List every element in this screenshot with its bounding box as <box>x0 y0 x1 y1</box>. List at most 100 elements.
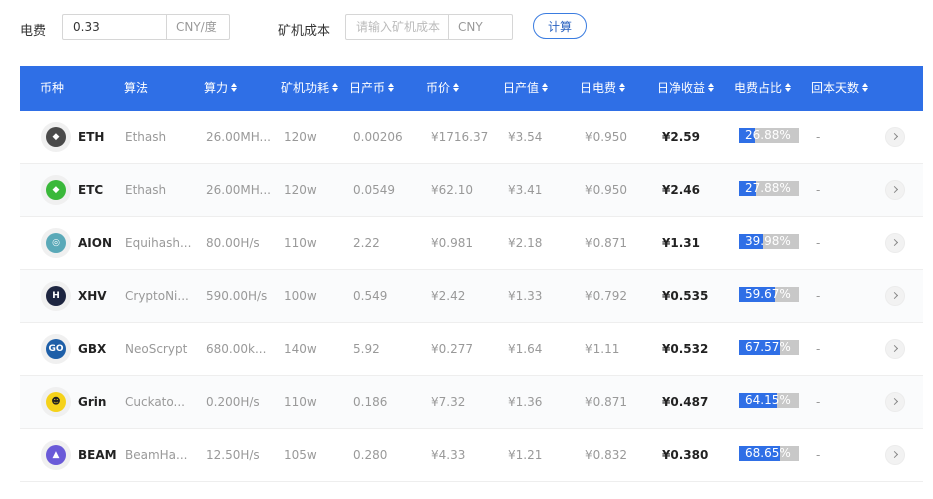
sort-icon[interactable] <box>785 83 791 92</box>
daily-value-cell: ¥3.54 <box>508 130 543 144</box>
daily-electricity-cell: ¥0.832 <box>585 448 627 462</box>
column-header-label: 算力 <box>204 81 229 95</box>
daily-net-profit-cell: ¥0.380 <box>662 448 709 462</box>
aion-icon: ◎ <box>41 228 71 258</box>
chevron-right-icon[interactable] <box>885 339 905 359</box>
column-header-daily-value[interactable]: 日产值 <box>503 66 548 111</box>
sort-icon[interactable] <box>332 83 338 92</box>
electricity-ratio-text: 67.57% <box>745 340 791 354</box>
column-header-algorithm: 算法 <box>124 66 148 111</box>
table-body: ◆ ETH Ethash 26.00MH... 120w 0.00206 ¥1716.37 ¥… <box>20 111 923 482</box>
daily-value-cell: ¥1.64 <box>508 342 543 356</box>
daily-coin-cell: 0.549 <box>353 289 388 303</box>
column-header-hashrate[interactable]: 算力 <box>204 66 237 111</box>
power-cell: 120w <box>284 183 317 197</box>
column-header-daily-coin[interactable]: 日产币 <box>349 66 394 111</box>
sort-icon[interactable] <box>862 83 868 92</box>
daily-coin-cell: 0.0549 <box>353 183 395 197</box>
algorithm-cell: Cuckato... <box>125 395 185 409</box>
sort-icon[interactable] <box>542 83 548 92</box>
coin-glyph: ◎ <box>46 233 66 253</box>
table-row[interactable]: ◆ ETC Ethash 26.00MH... 120w 0.0549 ¥62.10 ¥3.4… <box>20 164 923 217</box>
table-row[interactable]: ◎ AION Equihash... 80.00H/s 110w 2.22 ¥0.981 ¥2… <box>20 217 923 270</box>
sort-icon[interactable] <box>231 83 237 92</box>
algorithm-cell: CryptoNi... <box>125 289 189 303</box>
column-header-electricity-ratio[interactable]: 电费占比 <box>734 66 791 111</box>
daily-coin-cell: 0.280 <box>353 448 388 462</box>
table-row[interactable]: ◆ ETH Ethash 26.00MH... 120w 0.00206 ¥1716.37 ¥… <box>20 111 923 164</box>
coin-symbol[interactable]: XHV <box>78 270 107 322</box>
price-cell: ¥4.33 <box>431 448 466 462</box>
power-cell: 110w <box>284 236 317 250</box>
daily-net-profit-cell: ¥1.31 <box>662 236 700 250</box>
chevron-right-icon[interactable] <box>885 445 905 465</box>
sort-icon[interactable] <box>388 83 394 92</box>
gobyte-icon: GO <box>41 334 71 364</box>
algorithm-cell: Ethash <box>125 130 167 144</box>
chevron-right-icon[interactable] <box>885 233 905 253</box>
table-row[interactable]: GO GBX NeoScrypt 680.00k... 140w 5.92 ¥0.277 ¥1… <box>20 323 923 376</box>
power-cell: 100w <box>284 289 317 303</box>
electricity-ratio-bar: 64.15% <box>739 393 799 408</box>
price-cell: ¥0.277 <box>431 342 473 356</box>
sort-icon[interactable] <box>619 83 625 92</box>
chevron-right-icon[interactable] <box>885 286 905 306</box>
electricity-ratio-text: 59.67% <box>745 287 791 301</box>
coin-symbol[interactable]: ETH <box>78 111 104 163</box>
coin-symbol[interactable]: Grin <box>78 376 106 428</box>
coin-glyph: ◆ <box>46 180 66 200</box>
coin-glyph: ▲ <box>46 445 66 465</box>
column-header-power[interactable]: 矿机功耗 <box>281 66 338 111</box>
column-header-label: 算法 <box>124 81 149 95</box>
payback-cell: - <box>816 183 821 197</box>
coin-symbol[interactable]: ETC <box>78 164 103 216</box>
column-header-price[interactable]: 币价 <box>426 66 459 111</box>
electricity-ratio-text: 68.65% <box>745 446 791 460</box>
column-header-payback-days[interactable]: 回本天数 <box>811 66 868 111</box>
daily-net-profit-cell: ¥2.46 <box>662 183 700 197</box>
table-row[interactable]: H XHV CryptoNi... 590.00H/s 100w 0.549 ¥2.42 ¥1… <box>20 270 923 323</box>
column-header-label: 币种 <box>40 81 65 95</box>
column-header-daily-net-profit[interactable]: 日净收益 <box>657 66 714 111</box>
daily-value-cell: ¥1.36 <box>508 395 543 409</box>
calculate-button[interactable]: 计算 <box>533 13 587 39</box>
electricity-input[interactable]: 0.33 <box>63 15 166 39</box>
ethereum-icon: ◆ <box>41 122 71 152</box>
chevron-right-icon[interactable] <box>885 180 905 200</box>
column-header-label: 回本天数 <box>811 81 860 95</box>
power-cell: 110w <box>284 395 317 409</box>
payback-cell: - <box>816 236 821 250</box>
price-cell: ¥2.42 <box>431 289 466 303</box>
chevron-right-icon[interactable] <box>885 127 905 147</box>
table-row[interactable]: ▲ BEAM BeamHa... 12.50H/s 105w 0.280 ¥4.33 ¥1.2… <box>20 429 923 482</box>
electricity-unit: CNY/度 <box>166 15 226 39</box>
coin-symbol[interactable]: GBX <box>78 323 106 375</box>
daily-value-cell: ¥1.33 <box>508 289 543 303</box>
coin-symbol[interactable]: BEAM <box>78 429 117 481</box>
electricity-ratio-bar: 68.65% <box>739 446 799 461</box>
table-row[interactable]: ☻ Grin Cuckato... 0.200H/s 110w 0.186 ¥7.32 ¥1.… <box>20 376 923 429</box>
miner-cost-unit: CNY <box>448 15 492 39</box>
sort-icon[interactable] <box>708 83 714 92</box>
daily-electricity-cell: ¥0.950 <box>585 183 627 197</box>
payback-cell: - <box>816 395 821 409</box>
price-cell: ¥1716.37 <box>431 130 489 144</box>
daily-coin-cell: 2.22 <box>353 236 380 250</box>
electricity-ratio-bar: 27.88% <box>739 181 799 196</box>
miner-cost-input[interactable]: 请输入矿机成本 <box>346 15 448 39</box>
sort-icon[interactable] <box>453 83 459 92</box>
algorithm-cell: Equihash... <box>125 236 192 250</box>
chevron-right-icon[interactable] <box>885 392 905 412</box>
beam-icon: ▲ <box>41 440 71 470</box>
hashrate-cell: 26.00MH... <box>206 130 271 144</box>
grin-icon: ☻ <box>41 387 71 417</box>
daily-electricity-cell: ¥0.792 <box>585 289 627 303</box>
daily-value-cell: ¥1.21 <box>508 448 543 462</box>
daily-electricity-cell: ¥0.950 <box>585 130 627 144</box>
column-header-label: 日产值 <box>503 81 540 95</box>
coin-glyph: H <box>46 286 66 306</box>
calculator-controls: 电费 0.33 CNY/度 矿机成本 请输入矿机成本 CNY 计算 <box>0 0 933 56</box>
miner-cost-input-group: 请输入矿机成本 CNY <box>345 14 513 40</box>
column-header-daily-electricity[interactable]: 日电费 <box>580 66 625 111</box>
coin-symbol[interactable]: AION <box>78 217 112 269</box>
